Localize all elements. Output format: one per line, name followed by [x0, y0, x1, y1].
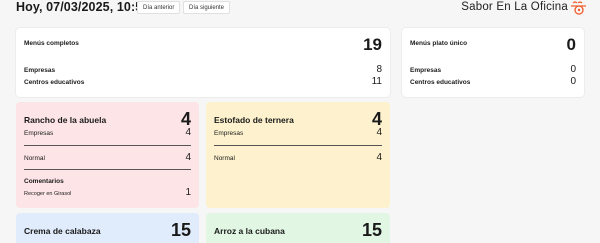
companies-label: Empresas	[214, 130, 244, 137]
dish-name: Crema de calabaza	[24, 226, 101, 236]
dashboard-page: Hoy, 07/03/2025, 10:54 Día anterior Día …	[0, 0, 600, 243]
dish-card: Rancho de la abuela 4 Empresas 4 Normal …	[16, 102, 199, 208]
comments-title: Comentarios	[24, 178, 64, 185]
next-day-button[interactable]: Día siguiente	[183, 1, 231, 14]
comment-text: Recoger en Girasol	[24, 191, 72, 197]
single-dish-label: Menús plato único	[410, 40, 468, 47]
companies-label: Empresas	[24, 130, 54, 137]
full-menus-total: 19	[363, 35, 382, 54]
divider	[214, 145, 382, 146]
current-datetime: Hoy, 07/03/2025, 10:54	[16, 0, 150, 14]
brand-name: Sabor En La Oficina	[461, 1, 568, 13]
dish-name: Estofado de ternera	[214, 115, 294, 125]
full-menus-summary-card: Menús completos 19 Empresas 8 Centros ed…	[16, 28, 390, 97]
schools-label: Centros educativos	[24, 79, 85, 86]
dish-total: 15	[361, 220, 382, 240]
full-menus-label: Menús completos	[24, 40, 79, 47]
normal-label: Normal	[214, 155, 235, 162]
normal-label: Normal	[24, 155, 45, 162]
single-dish-total: 0	[566, 35, 576, 54]
schools-value: 11	[371, 76, 382, 87]
header: Hoy, 07/03/2025, 10:54 Día anterior Día …	[0, 0, 600, 22]
schools-label: Centros educativos	[410, 79, 471, 86]
companies-label: Empresas	[410, 67, 442, 74]
single-dish-summary-card: Menús plato único 0 Empresas 0 Centros e…	[402, 28, 584, 97]
dish-total: 15	[170, 220, 191, 240]
companies-value: 4	[376, 127, 382, 138]
dish-name: Arroz a la cubana	[214, 226, 285, 236]
divider	[24, 169, 191, 170]
dish-card: Arroz a la cubana 15	[206, 213, 390, 243]
companies-value: 8	[376, 64, 382, 75]
previous-day-button[interactable]: Día anterior	[137, 1, 181, 14]
normal-value: 4	[185, 152, 191, 163]
cooking-pot-logo-icon	[571, 1, 586, 15]
companies-value: 4	[185, 127, 191, 138]
normal-value: 4	[376, 152, 382, 163]
companies-value: 0	[570, 64, 576, 75]
dish-name: Rancho de la abuela	[24, 115, 107, 125]
comment-count: 1	[185, 187, 191, 198]
divider	[24, 145, 191, 146]
dish-card: Estofado de ternera 4 Empresas 4 Normal …	[206, 102, 390, 208]
companies-label: Empresas	[24, 67, 56, 74]
schools-value: 0	[570, 76, 576, 87]
dish-card: Crema de calabaza 15	[16, 213, 199, 243]
